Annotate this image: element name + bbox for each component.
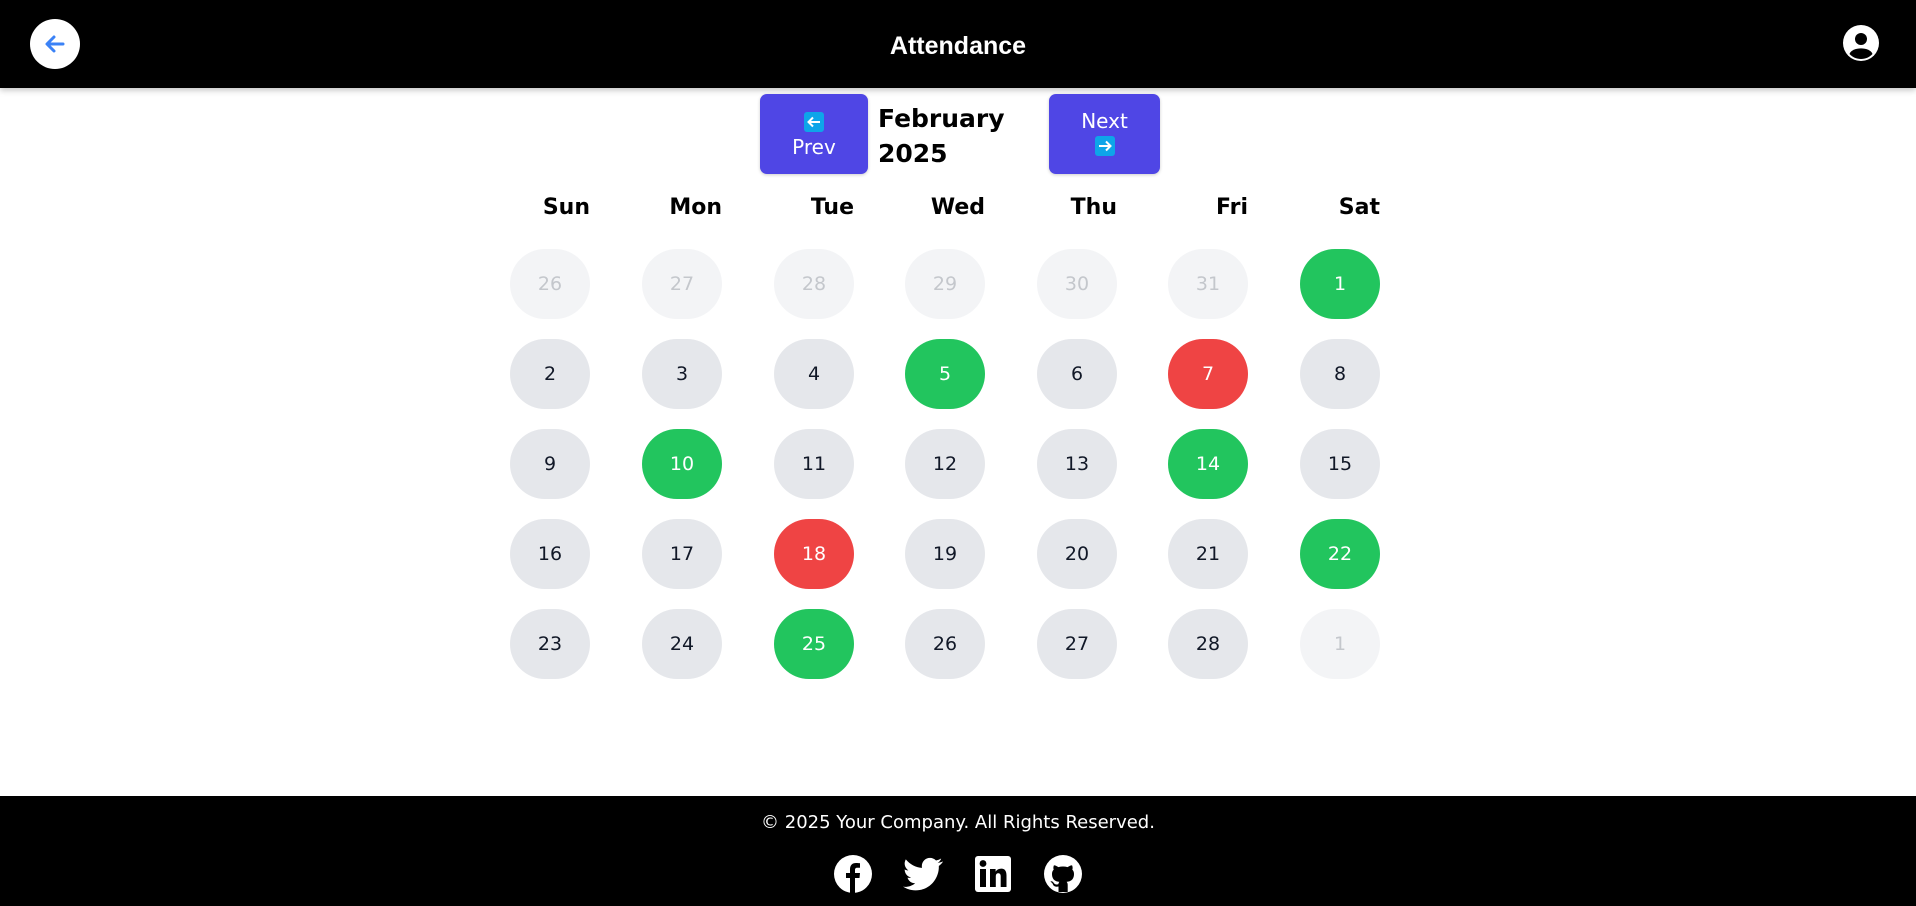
calendar-day-present[interactable]: 25 xyxy=(774,609,854,679)
calendar-day[interactable]: 17 xyxy=(642,519,722,589)
calendar-day-present[interactable]: 22 xyxy=(1300,519,1380,589)
calendar-day[interactable]: 12 xyxy=(905,429,985,499)
linkedin-link[interactable] xyxy=(973,854,1013,894)
footer: © 2025 Your Company. All Rights Reserved… xyxy=(0,796,1916,906)
calendar-day[interactable]: 27 xyxy=(1037,609,1117,679)
calendar-day[interactable]: 28 xyxy=(1168,609,1248,679)
calendar-grid: 26 27 28 29 30 31 1 2 3 4 5 6 7 8 9 10 11 12 13 14 15 16 17 18 1… xyxy=(0,0,1916,700)
calendar-day-muted: 30 xyxy=(1037,249,1117,319)
calendar-day[interactable]: 8 xyxy=(1300,339,1380,409)
calendar-day-absent[interactable]: 18 xyxy=(774,519,854,589)
calendar-day-muted: 31 xyxy=(1168,249,1248,319)
calendar-day-muted: 1 xyxy=(1300,609,1380,679)
calendar-day[interactable]: 20 xyxy=(1037,519,1117,589)
facebook-icon xyxy=(834,855,872,893)
facebook-link[interactable] xyxy=(833,854,873,894)
calendar-day-muted: 27 xyxy=(642,249,722,319)
twitter-link[interactable] xyxy=(903,854,943,894)
calendar-day[interactable]: 19 xyxy=(905,519,985,589)
calendar-day[interactable]: 6 xyxy=(1037,339,1117,409)
calendar-day[interactable]: 13 xyxy=(1037,429,1117,499)
social-links xyxy=(0,854,1916,898)
calendar-day-present[interactable]: 1 xyxy=(1300,249,1380,319)
calendar-day[interactable]: 3 xyxy=(642,339,722,409)
github-link[interactable] xyxy=(1043,854,1083,894)
calendar-day[interactable]: 4 xyxy=(774,339,854,409)
calendar-day-muted: 29 xyxy=(905,249,985,319)
calendar-day-present[interactable]: 5 xyxy=(905,339,985,409)
calendar-day-present[interactable]: 10 xyxy=(642,429,722,499)
calendar-day[interactable]: 23 xyxy=(510,609,590,679)
calendar-day[interactable]: 26 xyxy=(905,609,985,679)
calendar-day[interactable]: 21 xyxy=(1168,519,1248,589)
calendar-day[interactable]: 11 xyxy=(774,429,854,499)
calendar-day-absent[interactable]: 7 xyxy=(1168,339,1248,409)
copyright-text: © 2025 Your Company. All Rights Reserved… xyxy=(761,812,1155,833)
calendar-day[interactable]: 24 xyxy=(642,609,722,679)
calendar-day-muted: 26 xyxy=(510,249,590,319)
calendar-day[interactable]: 2 xyxy=(510,339,590,409)
calendar-day-muted: 28 xyxy=(774,249,854,319)
calendar-day[interactable]: 9 xyxy=(510,429,590,499)
calendar-day[interactable]: 15 xyxy=(1300,429,1380,499)
github-icon xyxy=(1044,855,1082,893)
twitter-icon xyxy=(903,857,943,891)
calendar-day-present[interactable]: 14 xyxy=(1168,429,1248,499)
linkedin-icon xyxy=(975,856,1011,892)
calendar-day[interactable]: 16 xyxy=(510,519,590,589)
